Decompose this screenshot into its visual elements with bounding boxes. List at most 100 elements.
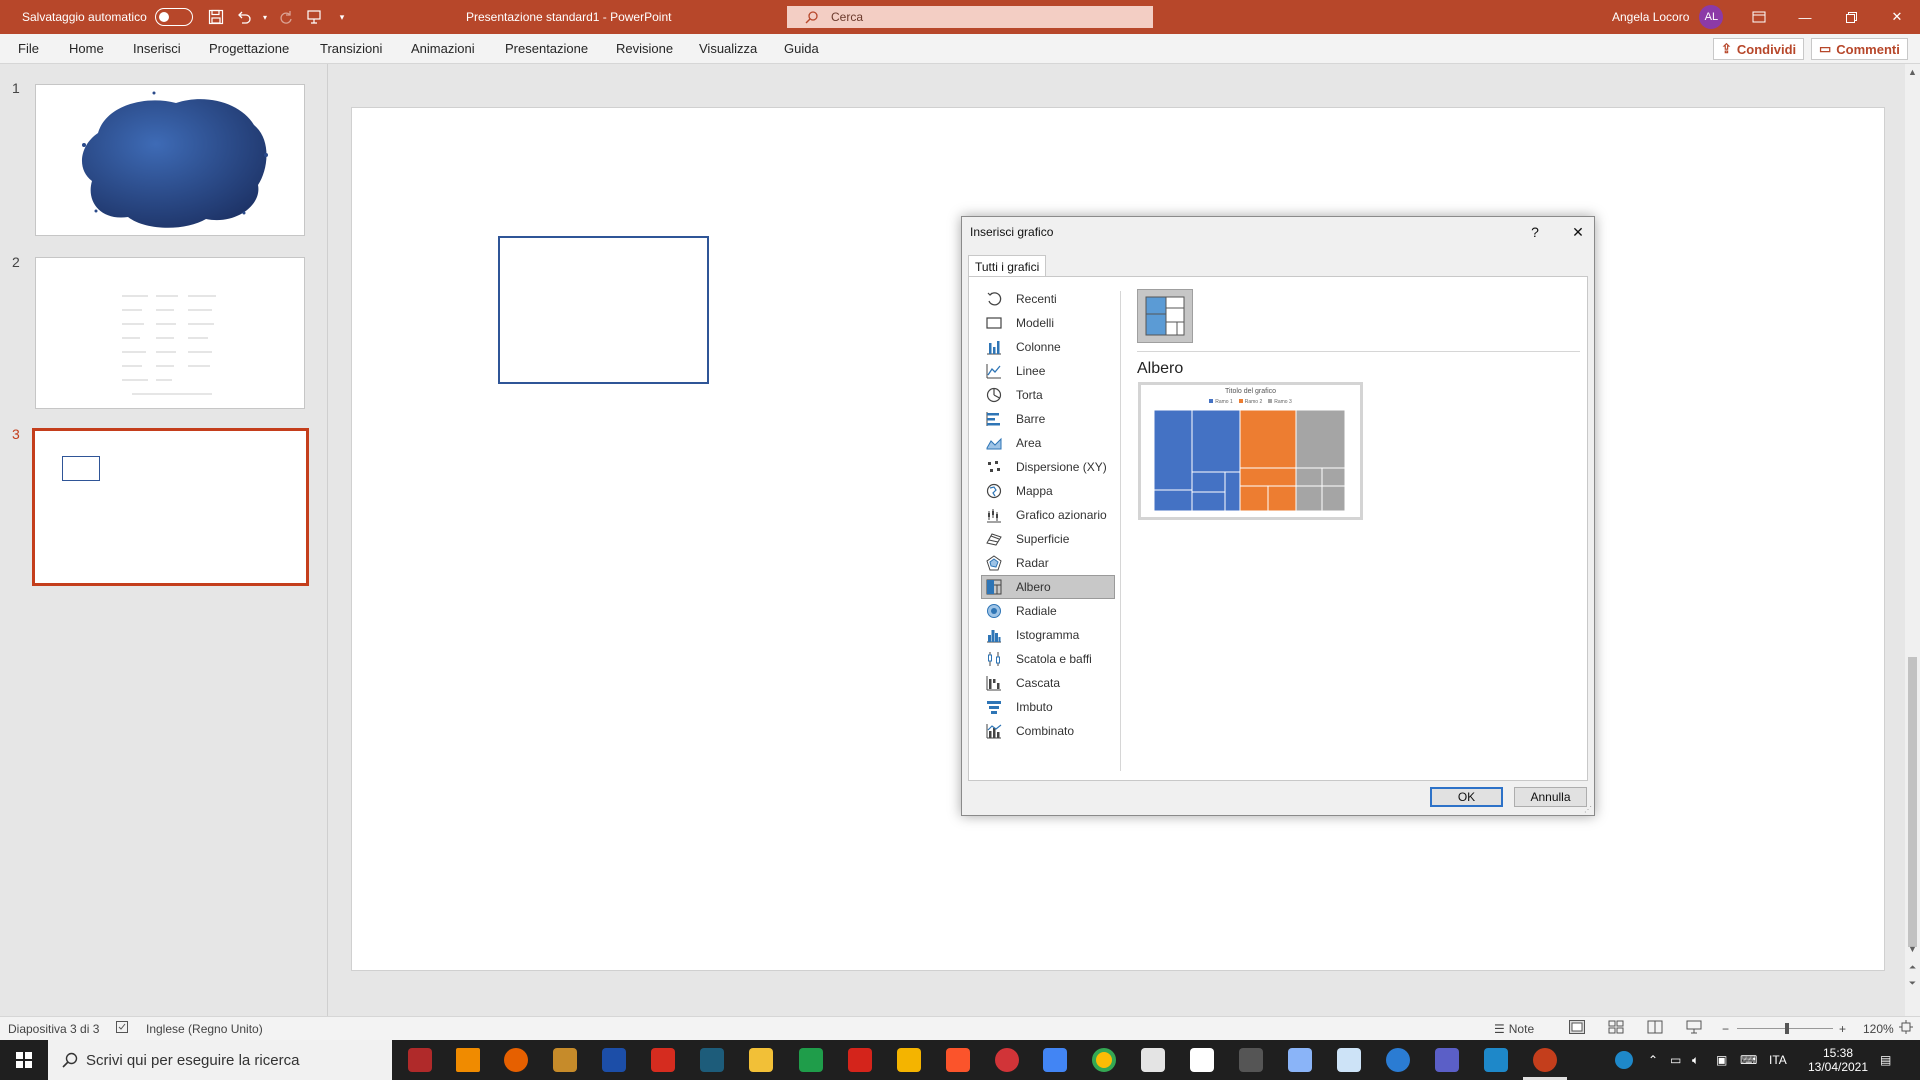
slide-sorter-icon[interactable] — [1608, 1020, 1624, 1037]
ok-button[interactable]: OK — [1430, 787, 1503, 807]
acrobat-icon[interactable] — [848, 1048, 872, 1072]
app-icon-tool[interactable] — [1239, 1048, 1263, 1072]
fit-slide-icon[interactable] — [1899, 1020, 1913, 1037]
reading-view-icon[interactable] — [1647, 1020, 1663, 1037]
prev-slide-icon[interactable]: ⏶ — [1905, 962, 1920, 973]
brave-icon[interactable] — [946, 1048, 970, 1072]
input-language[interactable]: ITA — [1769, 1040, 1787, 1080]
language-status[interactable]: Inglese (Regno Unito) — [146, 1022, 263, 1036]
tab-design[interactable]: Progettazione — [209, 41, 289, 56]
category-sunburst[interactable]: Radiale — [981, 599, 1115, 623]
close-icon[interactable]: ✕ — [1565, 221, 1591, 243]
category-funnel[interactable]: Imbuto — [981, 695, 1115, 719]
restore-icon[interactable] — [1828, 0, 1874, 34]
category-scatter[interactable]: Dispersione (XY) — [981, 455, 1115, 479]
category-box-whisker[interactable]: Scatola e baffi — [981, 647, 1115, 671]
notes-button[interactable]: ☰ Note — [1494, 1022, 1534, 1036]
category-waterfall[interactable]: Cascata — [981, 671, 1115, 695]
category-stock[interactable]: Grafico azionario — [981, 503, 1115, 527]
slide-thumbnail-3[interactable] — [32, 428, 309, 586]
scroll-up-icon[interactable]: ▲ — [1905, 67, 1920, 77]
treemap-subtype-button[interactable] — [1137, 289, 1193, 343]
slide-thumbnail-2[interactable] — [35, 257, 305, 409]
photos-app-icon[interactable] — [1484, 1048, 1508, 1072]
keyboard-icon[interactable]: ⌨︎ — [1740, 1040, 1757, 1080]
vlc-icon[interactable] — [456, 1048, 480, 1072]
ribbon-display-icon[interactable] — [1736, 0, 1782, 34]
autosave-group[interactable]: Salvataggio automatico — [22, 0, 193, 34]
category-templates[interactable]: Modelli — [981, 311, 1115, 335]
zoom-level[interactable]: 120% — [1863, 1022, 1894, 1036]
category-column[interactable]: Colonne — [981, 335, 1115, 359]
library-app-icon[interactable] — [553, 1048, 577, 1072]
docs-app-icon[interactable] — [1043, 1048, 1067, 1072]
chart-preview[interactable]: Titolo del grafico Ramo 1 Ramo 2 Ramo 3 — [1138, 382, 1363, 520]
network-icon[interactable]: ▣ — [1716, 1040, 1727, 1080]
tab-transitions[interactable]: Transizioni — [320, 41, 382, 56]
taskbar-search-input[interactable]: Scrivi qui per eseguire la ricerca — [48, 1040, 392, 1080]
normal-view-icon[interactable] — [1569, 1020, 1585, 1037]
tab-slideshow[interactable]: Presentazione — [505, 41, 588, 56]
notes-app-icon[interactable] — [897, 1048, 921, 1072]
firefox-icon[interactable] — [504, 1048, 528, 1072]
category-recent[interactable]: Recenti — [981, 287, 1115, 311]
chrome-icon[interactable] — [1092, 1048, 1116, 1072]
slide-thumbnail-1[interactable] — [35, 84, 305, 236]
comments-button[interactable]: ▭ Commenti — [1811, 38, 1908, 60]
category-line[interactable]: Linee — [981, 359, 1115, 383]
tab-view[interactable]: Visualizza — [699, 41, 757, 56]
windows-start-icon[interactable] — [0, 1040, 48, 1080]
show-hidden-icons-icon[interactable]: ⌃ — [1648, 1040, 1658, 1080]
editor-app-icon[interactable] — [602, 1048, 626, 1072]
tab-animations[interactable]: Animazioni — [411, 41, 475, 56]
avatar[interactable]: AL — [1699, 5, 1724, 29]
vertical-scrollbar[interactable]: ▲ ▼ ⏶ ⏷ — [1905, 64, 1920, 1016]
wps-writer-icon[interactable] — [651, 1048, 675, 1072]
app-icon-k[interactable] — [700, 1048, 724, 1072]
help-tray-icon[interactable] — [1615, 1040, 1633, 1080]
search-input[interactable]: Cerca — [787, 6, 1153, 28]
scroll-down-icon[interactable]: ▼ — [1905, 944, 1920, 954]
redo-icon[interactable] — [272, 0, 300, 34]
rectangle-shape[interactable] — [498, 236, 709, 384]
tab-review[interactable]: Revisione — [616, 41, 673, 56]
slideshow-view-icon[interactable] — [1686, 1020, 1702, 1037]
zoom-slider-thumb[interactable] — [1785, 1023, 1789, 1034]
next-slide-icon[interactable]: ⏷ — [1905, 978, 1920, 989]
category-histogram[interactable]: Istogramma — [981, 623, 1115, 647]
teams-icon[interactable] — [1435, 1048, 1459, 1072]
app-icon-tablet[interactable] — [1288, 1048, 1312, 1072]
help-icon[interactable]: ? — [1522, 221, 1548, 243]
resize-grip-icon[interactable]: ⋰ — [1584, 805, 1592, 814]
present-icon[interactable] — [300, 0, 328, 34]
file-explorer-icon[interactable] — [749, 1048, 773, 1072]
category-combo[interactable]: Combinato — [981, 719, 1115, 743]
document-app-icon[interactable] — [1190, 1048, 1214, 1072]
category-treemap[interactable]: Albero — [981, 575, 1115, 599]
category-pie[interactable]: Torta — [981, 383, 1115, 407]
user-name[interactable]: Angela Locoro — [1612, 10, 1689, 24]
minimize-icon[interactable]: — — [1782, 0, 1828, 34]
battery-icon[interactable]: ▭ — [1670, 1040, 1681, 1080]
notifications-icon[interactable]: ▤ — [1880, 1040, 1891, 1080]
spellcheck-icon[interactable] — [115, 1020, 129, 1037]
app-icon-flame[interactable] — [408, 1048, 432, 1072]
tab-file[interactable]: File — [18, 41, 39, 56]
powerpoint-taskbar-icon[interactable] — [1533, 1048, 1557, 1072]
category-map[interactable]: Mappa — [981, 479, 1115, 503]
scrollbar-thumb[interactable] — [1908, 657, 1917, 947]
app-icon-snowflake[interactable] — [1337, 1048, 1361, 1072]
clock[interactable]: 15:38 13/04/2021 — [1806, 1040, 1870, 1080]
store-icon[interactable] — [1141, 1048, 1165, 1072]
tab-insert[interactable]: Inserisci — [133, 41, 181, 56]
close-window-icon[interactable]: ✕ — [1874, 0, 1920, 34]
share-button[interactable]: ⇪ Condividi — [1713, 38, 1805, 60]
category-bar[interactable]: Barre — [981, 407, 1115, 431]
volume-icon[interactable]: 🔈︎ — [1692, 1040, 1699, 1080]
cancel-button[interactable]: Annulla — [1514, 787, 1587, 807]
undo-dropdown-icon[interactable]: ▾ — [258, 0, 272, 34]
tab-home[interactable]: Home — [69, 41, 104, 56]
spreadsheet-app-icon[interactable] — [799, 1048, 823, 1072]
undo-icon[interactable] — [230, 0, 258, 34]
category-area[interactable]: Area — [981, 431, 1115, 455]
